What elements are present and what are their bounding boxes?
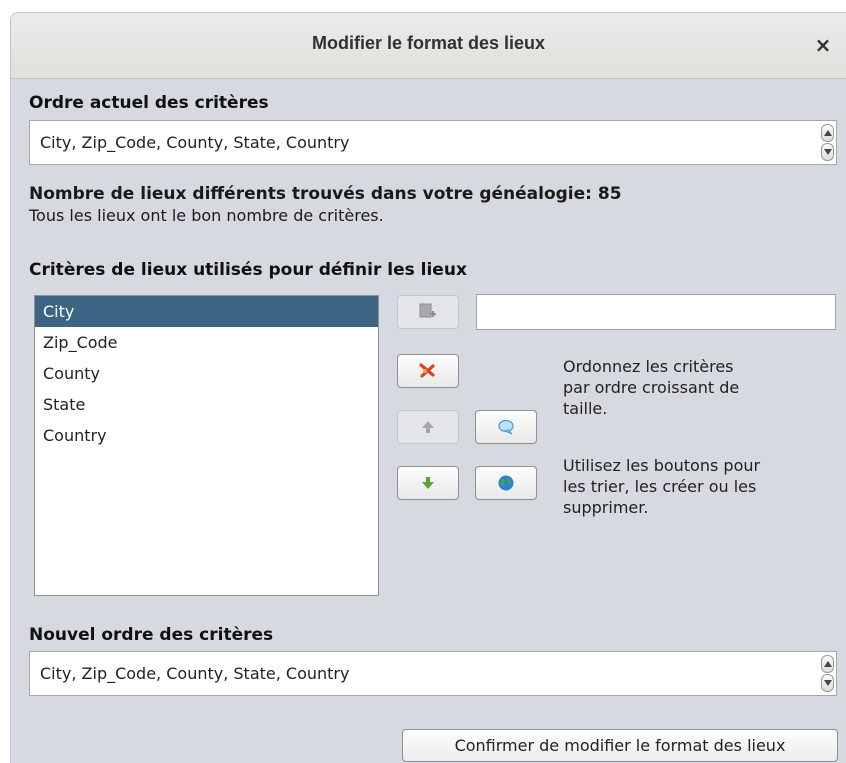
- globe-icon: [498, 475, 514, 491]
- modify-place-format-dialog: Modifier le format des lieux × Ordre act…: [10, 12, 846, 763]
- move-up-button[interactable]: [397, 410, 459, 444]
- confirm-button[interactable]: Confirmer de modifier le format des lieu…: [402, 729, 838, 762]
- current-order-field[interactable]: City, Zip_Code, County, State, Country: [29, 120, 837, 165]
- list-item[interactable]: Zip_Code: [35, 327, 378, 358]
- new-criterion-input[interactable]: [476, 294, 836, 330]
- criteria-label: Critères de lieux utilisés pour définir …: [29, 260, 467, 280]
- new-order-label: Nouvel ordre des critères: [29, 625, 274, 645]
- scroll-down-icon[interactable]: [821, 674, 834, 692]
- delete-criterion-icon: [419, 363, 435, 378]
- help-text-buttons: Utilisez les boutons pour les trier, les…: [563, 455, 760, 518]
- arrow-down-icon: [422, 477, 434, 489]
- help-text-ordering: Ordonnez les critères par ordre croissan…: [563, 356, 739, 419]
- help-line: les trier, les créer ou les: [563, 477, 757, 496]
- list-item[interactable]: City: [35, 296, 378, 327]
- globe-button[interactable]: [475, 466, 537, 500]
- list-item[interactable]: County: [35, 358, 378, 389]
- close-icon: ×: [814, 33, 832, 57]
- arrow-up-icon: [422, 421, 434, 433]
- new-order-scrollbar[interactable]: [821, 655, 834, 692]
- help-line: par ordre croissant de: [563, 378, 740, 397]
- current-order-scrollbar[interactable]: [821, 124, 834, 161]
- places-status-text: Tous les lieux ont le bon nombre de crit…: [29, 206, 384, 225]
- delete-criterion-button[interactable]: [397, 354, 459, 388]
- new-order-value: City, Zip_Code, County, State, Country: [40, 664, 350, 683]
- help-line: supprimer.: [563, 498, 649, 517]
- scroll-up-icon[interactable]: [821, 124, 834, 142]
- speech-bubble-icon: [498, 419, 514, 435]
- places-count-text: Nombre de lieux différents trouvés dans …: [29, 184, 622, 204]
- scroll-up-icon[interactable]: [821, 655, 834, 673]
- move-down-button[interactable]: [397, 466, 459, 500]
- current-order-value: City, Zip_Code, County, State, Country: [40, 133, 350, 152]
- help-line: Ordonnez les critères: [563, 357, 734, 376]
- add-criterion-button[interactable]: [397, 295, 459, 329]
- new-order-field[interactable]: City, Zip_Code, County, State, Country: [29, 651, 837, 696]
- criteria-list[interactable]: City Zip_Code County State Country: [34, 295, 379, 596]
- scroll-down-icon[interactable]: [821, 143, 834, 161]
- add-criterion-icon: [419, 303, 436, 318]
- help-line: taille.: [563, 399, 608, 418]
- list-item[interactable]: Country: [35, 420, 378, 451]
- title-bar[interactable]: Modifier le format des lieux ×: [11, 13, 846, 79]
- dialog-title: Modifier le format des lieux: [311, 33, 546, 53]
- close-button[interactable]: ×: [810, 33, 836, 59]
- speech-bubble-button[interactable]: [475, 410, 537, 444]
- current-order-label: Ordre actuel des critères: [29, 93, 269, 113]
- help-line: Utilisez les boutons pour: [563, 456, 761, 475]
- list-item[interactable]: State: [35, 389, 378, 420]
